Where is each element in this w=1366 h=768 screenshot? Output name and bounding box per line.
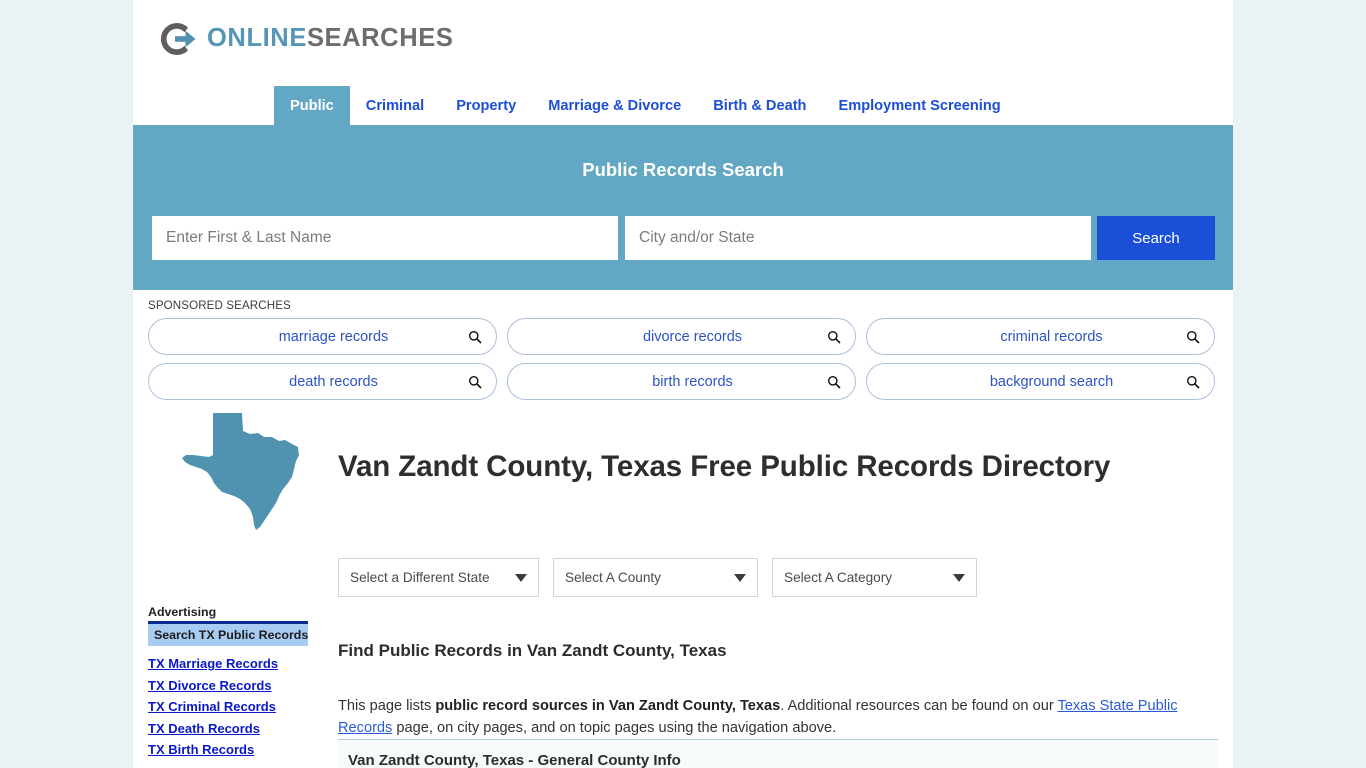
- general-county-info-title: Van Zandt County, Texas - General County…: [348, 752, 681, 768]
- category-select-label: Select A Category: [784, 570, 893, 585]
- page-title: Van Zandt County, Texas Free Public Reco…: [338, 449, 1111, 483]
- sponsored-pill-label: marriage records: [278, 328, 389, 345]
- tab-employment-screening[interactable]: Employment Screening: [822, 86, 1016, 125]
- category-select[interactable]: Select A Category: [772, 558, 977, 597]
- search-icon: [828, 330, 841, 344]
- sponsored-pill-divorce-records[interactable]: divorce records: [507, 318, 856, 355]
- sponsored-searches-list: marriage records divorce records crimina…: [148, 318, 1216, 400]
- public-records-search-panel: Public Records Search Search: [133, 125, 1233, 290]
- sponsored-pill-birth-records[interactable]: birth records: [507, 363, 856, 400]
- search-icon: [469, 375, 482, 389]
- sponsored-pill-label: background search: [989, 373, 1114, 390]
- county-select-label: Select A County: [565, 570, 661, 585]
- sponsored-pill-marriage-records[interactable]: marriage records: [148, 318, 497, 355]
- chevron-down-icon: [953, 573, 965, 582]
- search-tx-public-records-header[interactable]: Search TX Public Records: [148, 624, 308, 646]
- advertising-sidebar: Advertising Search TX Public Records TX …: [148, 605, 308, 764]
- section-heading: Find Public Records in Van Zandt County,…: [338, 641, 727, 661]
- logo-text-online: ONLINE: [207, 24, 307, 53]
- general-county-info-section: Van Zandt County, Texas - General County…: [338, 740, 1218, 768]
- site-logo[interactable]: ONLINESEARCHES: [154, 16, 453, 62]
- tab-marriage-divorce[interactable]: Marriage & Divorce: [532, 86, 697, 125]
- paragraph-text-part2: . Additional resources can be found on o…: [780, 697, 1058, 714]
- sponsored-pill-criminal-records[interactable]: criminal records: [866, 318, 1215, 355]
- search-icon: [469, 330, 482, 344]
- paragraph-text-part3: page, on city pages, and on topic pages …: [392, 719, 837, 736]
- search-panel-title: Public Records Search: [582, 159, 784, 180]
- sponsored-pill-death-records[interactable]: death records: [148, 363, 497, 400]
- main-navigation: Public Criminal Property Marriage & Divo…: [133, 86, 1233, 125]
- search-city-state-input[interactable]: [625, 216, 1091, 260]
- logo-wordmark: ONLINESEARCHES: [207, 26, 453, 52]
- search-icon: [1187, 330, 1200, 344]
- page-root: ONLINESEARCHES Public Criminal Property …: [0, 0, 1366, 768]
- sponsored-pill-label: death records: [289, 373, 378, 390]
- sponsored-pill-label: birth records: [652, 373, 733, 390]
- search-name-input[interactable]: [152, 216, 618, 260]
- state-select-label: Select a Different State: [350, 570, 490, 585]
- paragraph-text-part1: This page lists: [338, 697, 436, 714]
- tab-property[interactable]: Property: [440, 86, 532, 125]
- sidebar-link-tx-marriage-records[interactable]: TX Marriage Records: [148, 656, 308, 671]
- advertising-link-list: TX Marriage Records TX Divorce Records T…: [148, 656, 308, 757]
- texas-state-map-icon: [182, 413, 299, 530]
- search-icon: [828, 375, 841, 389]
- search-submit-button[interactable]: Search: [1097, 216, 1215, 260]
- logo-text-searches: SEARCHES: [306, 24, 454, 53]
- content-column: ONLINESEARCHES Public Criminal Property …: [133, 0, 1233, 768]
- sponsored-pill-label: criminal records: [1000, 328, 1103, 345]
- paragraph-bold-sources: public record sources in Van Zandt Count…: [435, 697, 781, 714]
- state-select[interactable]: Select a Different State: [338, 558, 539, 597]
- sponsored-searches-label: SPONSORED SEARCHES: [148, 299, 291, 312]
- intro-paragraph: This page lists public record sources in…: [338, 695, 1218, 739]
- search-icon: [1187, 375, 1200, 389]
- tab-public[interactable]: Public: [274, 86, 350, 125]
- sponsored-pill-label: divorce records: [642, 328, 743, 345]
- search-form: Search: [152, 216, 1215, 260]
- circle-arrow-logo-icon: [160, 23, 196, 55]
- sidebar-link-tx-birth-records[interactable]: TX Birth Records: [148, 742, 308, 757]
- sponsored-pill-background-search[interactable]: background search: [866, 363, 1215, 400]
- filter-dropdowns: Select a Different State Select A County…: [338, 558, 977, 597]
- chevron-down-icon: [515, 573, 527, 582]
- chevron-down-icon: [734, 573, 746, 582]
- county-select[interactable]: Select A County: [553, 558, 758, 597]
- sidebar-link-tx-death-records[interactable]: TX Death Records: [148, 721, 308, 736]
- sidebar-link-tx-criminal-records[interactable]: TX Criminal Records: [148, 699, 308, 714]
- advertising-label: Advertising: [148, 605, 217, 619]
- sidebar-link-tx-divorce-records[interactable]: TX Divorce Records: [148, 678, 308, 693]
- tab-birth-death[interactable]: Birth & Death: [697, 86, 822, 125]
- tab-criminal[interactable]: Criminal: [350, 86, 440, 125]
